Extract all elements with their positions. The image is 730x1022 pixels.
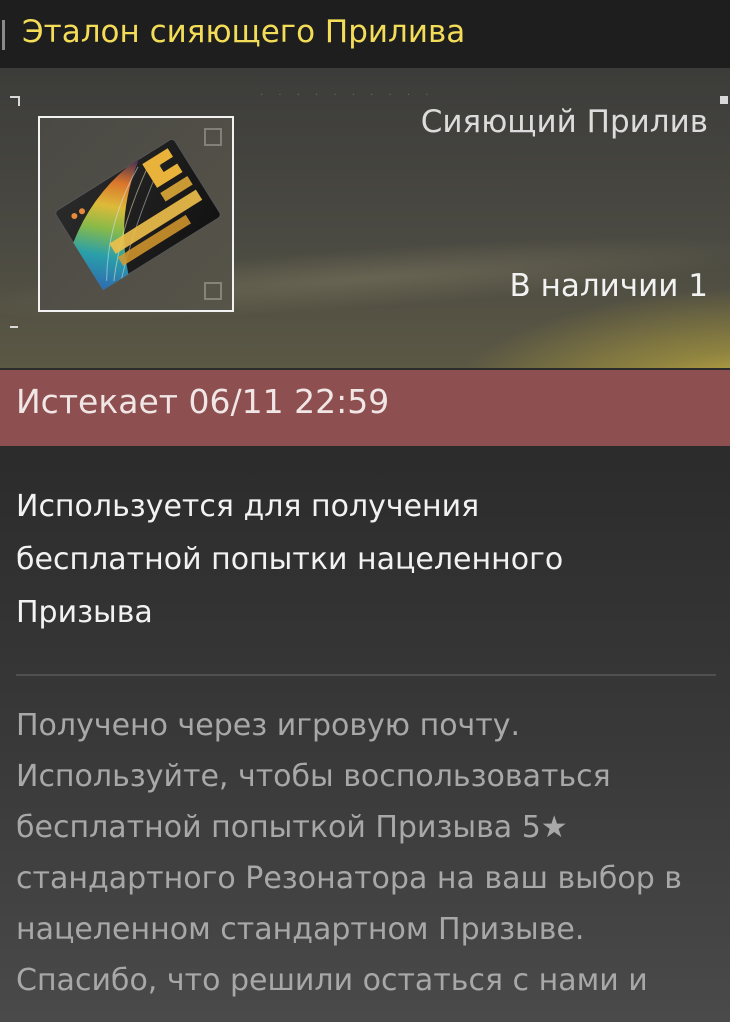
golden-tide-ticket-icon [55, 138, 221, 291]
corner-mark-icon [10, 96, 20, 106]
description-line: Используйте, чтобы воспользоваться [16, 759, 611, 794]
section-divider [16, 674, 716, 676]
usage-text: Используется для получения бесплатной по… [16, 480, 716, 639]
decorative-dots: · · · · · · · · · · [260, 90, 435, 101]
item-header-panel: · · · · · · · · · · Сияющий Прилив В нал… [0, 68, 730, 368]
expiry-banner: Истекает 06/11 22:59 [0, 370, 730, 446]
description-line: Спасибо, что решили остаться с нами и [16, 963, 648, 998]
item-category: Сияющий Прилив [420, 104, 708, 140]
item-detail-panel: Эталон сияющего Прилива · · · · · · · · … [0, 0, 730, 1022]
corner-mark-icon [10, 326, 18, 336]
item-icon-frame[interactable] [38, 116, 234, 312]
corner-mark-icon [720, 96, 728, 104]
description-line: бесплатной попыткой Призыва 5★ [16, 810, 568, 845]
description-line: нацеленном стандартном Призыве. [16, 912, 585, 947]
usage-line: бесплатной попытки нацеленного [16, 542, 564, 577]
item-stock-count: В наличии 1 [509, 268, 708, 304]
expiry-text: Истекает 06/11 22:59 [16, 382, 390, 421]
title-bar: Эталон сияющего Прилива [0, 0, 730, 68]
description-line: Получено через игровую почту. [16, 708, 521, 743]
description-line: стандартного Резонатора на ваш выбор в [16, 861, 682, 896]
item-title: Эталон сияющего Прилива [22, 14, 466, 50]
description-text: Получено через игровую почту. Используйт… [16, 700, 716, 1006]
usage-line: Призыва [16, 595, 153, 630]
title-accent-bar [2, 20, 5, 50]
usage-line: Используется для получения [16, 489, 480, 524]
